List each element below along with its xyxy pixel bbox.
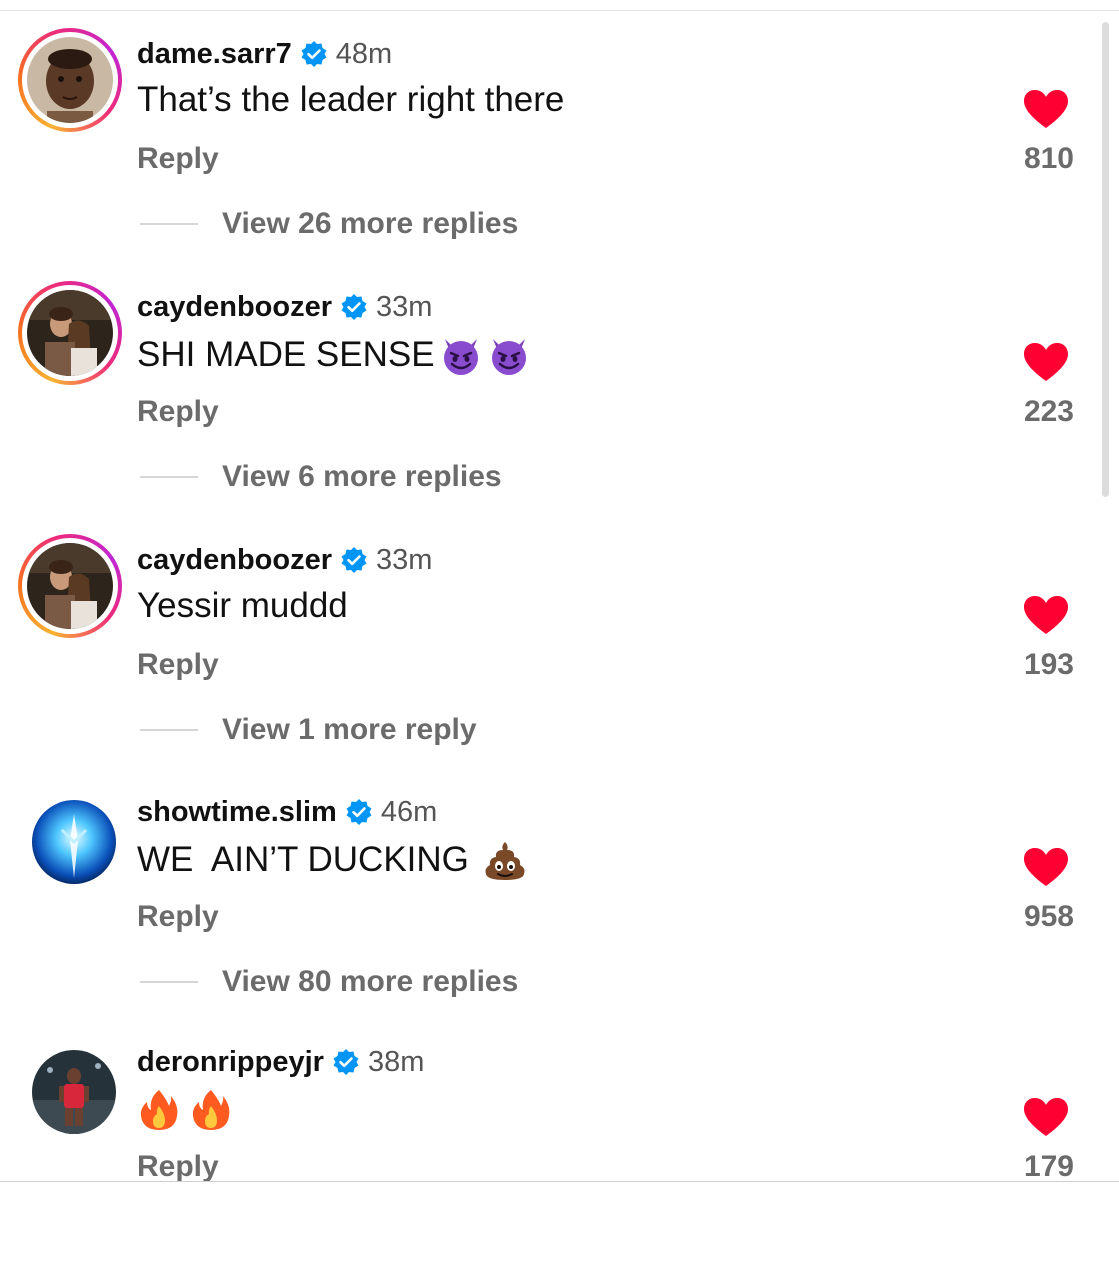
verified-badge-icon [332,1048,360,1076]
avatar[interactable] [18,1036,122,1140]
view-replies-button[interactable]: View 6 more replies [140,457,502,497]
heart-icon[interactable] [1024,596,1068,636]
view-replies-button[interactable]: View 80 more replies [140,962,518,1002]
scrollbar[interactable] [1102,22,1109,497]
heart-icon[interactable] [1024,90,1068,130]
comment-text [137,1088,233,1132]
reply-button[interactable]: Reply [137,900,219,934]
comment-time: 46m [380,795,438,828]
avatar-photo [27,290,113,376]
username[interactable]: deronrippeyjr [137,1046,324,1079]
view-replies-button[interactable]: View 26 more replies [140,204,518,244]
avatar[interactable] [18,28,122,132]
comment-text: Yessir muddd [137,586,348,626]
replies-divider [140,729,198,731]
comment-time: 33m [376,543,433,576]
like-count: 810 [1023,142,1074,175]
verified-badge-icon [340,546,368,574]
comment-header: caydenboozer 33m [137,542,432,578]
comment-text: That’s the leader right there [137,80,564,120]
avatar[interactable] [18,281,122,385]
view-replies-label: View 6 more replies [222,460,502,493]
comment-time: 33m [376,290,433,323]
avatar-photo [32,1050,116,1134]
username[interactable]: dame.sarr7 [137,38,292,71]
heart-icon[interactable] [1024,1098,1068,1138]
fire-icon [189,1088,233,1132]
replies-divider [140,476,198,478]
comment-body: Yessir muddd [137,586,348,625]
poop-icon [483,838,527,882]
username[interactable]: caydenboozer [137,291,332,324]
avatar-photo [27,37,113,123]
comment-header: showtime.slim 46m [137,794,437,830]
view-replies-button[interactable]: View 1 more reply [140,710,477,750]
comment-header: dame.sarr7 48m [137,36,392,72]
smiling-devil-icon [487,333,531,377]
like-count: 958 [1023,900,1074,933]
verified-badge-icon [345,798,373,826]
view-replies-label: View 26 more replies [222,207,519,240]
view-replies-label: View 80 more replies [222,965,519,998]
heart-icon[interactable] [1024,343,1068,383]
avatar-photo [27,543,113,629]
comment-item: dame.sarr7 48m That’s the leader right t… [0,28,1119,268]
fire-icon [137,1088,181,1132]
bottom-divider [0,1181,1119,1182]
comment-header: deronrippeyjr 38m [137,1044,424,1080]
reply-button[interactable]: Reply [137,1150,219,1184]
avatar[interactable] [18,786,122,890]
comment-time: 38m [367,1045,425,1078]
smiling-devil-icon [439,333,483,377]
comment-time: 48m [335,37,393,70]
username[interactable]: caydenboozer [137,544,332,577]
reply-button[interactable]: Reply [137,142,219,176]
replies-divider [140,981,198,983]
comment-body: WE AIN’T DUCKING [137,840,479,879]
username[interactable]: showtime.slim [137,796,337,829]
comment-item: caydenboozer 33m Yessir muddd Reply 193 … [0,534,1119,774]
comment-body: SHI MADE SENSE [137,335,435,374]
like-count: 223 [1023,395,1074,428]
comment-header: caydenboozer 33m [137,289,432,325]
comment-text: WE AIN’T DUCKING [137,838,527,882]
avatar[interactable] [18,534,122,638]
comment-item: deronrippeyjr 38m Reply 179 [0,1036,1119,1276]
avatar-photo [32,800,116,884]
comment-item: caydenboozer 33m SHI MADE SENSE Reply 22… [0,281,1119,521]
replies-divider [140,223,198,225]
verified-badge-icon [340,293,368,321]
heart-icon[interactable] [1024,848,1068,888]
reply-button[interactable]: Reply [137,395,219,429]
comment-body: That’s the leader right there [137,80,565,119]
view-replies-label: View 1 more reply [222,713,477,746]
like-count: 179 [1023,1150,1074,1183]
reply-button[interactable]: Reply [137,648,219,682]
comment-text: SHI MADE SENSE [137,333,531,377]
verified-badge-icon [300,40,328,68]
comment-item: showtime.slim 46m WE AIN’T DUCKING Reply… [0,786,1119,1026]
like-count: 193 [1023,648,1074,681]
top-divider [0,10,1119,11]
